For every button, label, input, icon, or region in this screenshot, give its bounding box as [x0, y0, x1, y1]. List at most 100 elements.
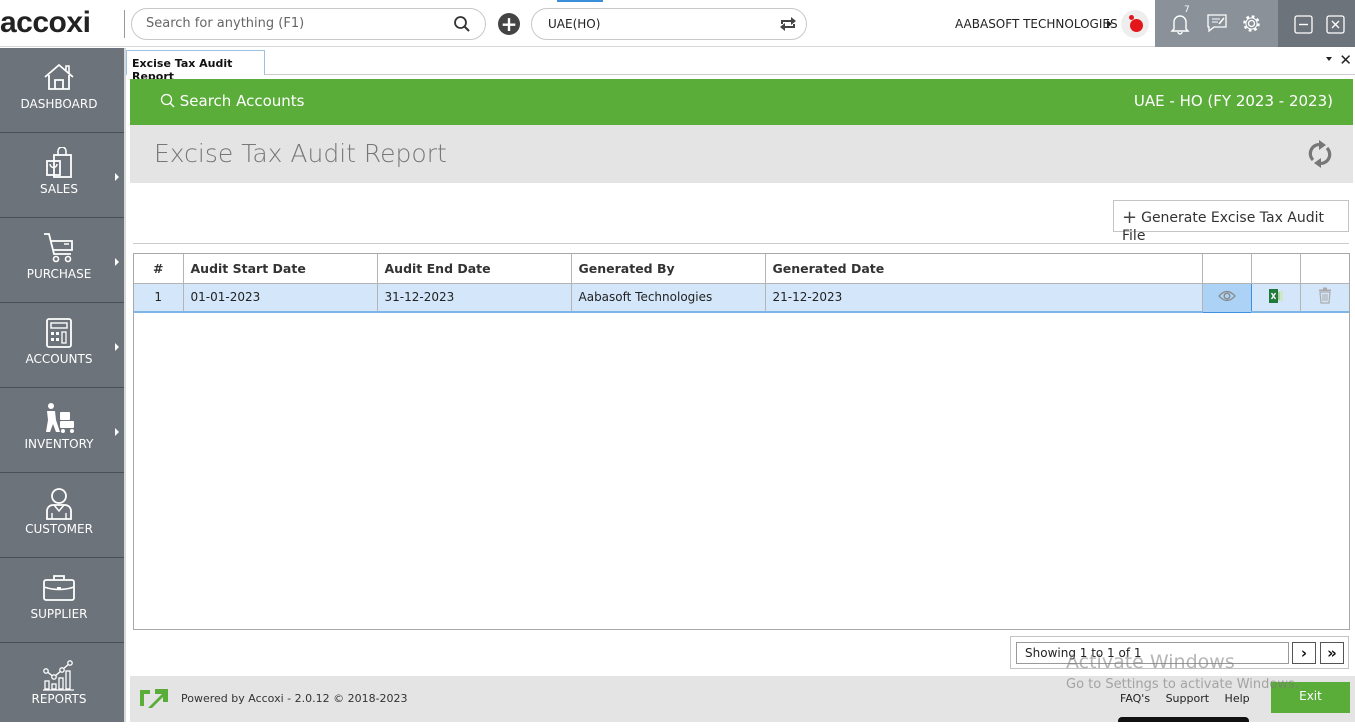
submenu-arrow-icon [115, 428, 119, 436]
user-avatar[interactable] [1121, 10, 1149, 38]
sidebar-label: SALES [40, 182, 78, 196]
logo-divider [124, 10, 125, 38]
chevron-right-icon: › [1300, 644, 1308, 662]
close-app-icon[interactable] [1326, 15, 1345, 38]
sidebar-label: ACCOUNTS [25, 352, 93, 366]
top-bar: accoxi Search for anything (F1) + UAE(HO… [0, 0, 1355, 47]
col-audit-start-date[interactable]: Audit Start Date [182, 254, 378, 284]
footer-links: FAQ's Support Help [1120, 692, 1262, 705]
cart-icon [44, 233, 73, 263]
cell-end-date: 31-12-2023 [376, 282, 572, 313]
shopping-bag-icon [46, 147, 72, 178]
sidebar-label: INVENTORY [24, 437, 94, 451]
col-delete [1299, 254, 1349, 284]
audit-report-table: # Audit Start Date Audit End Date Genera… [133, 253, 1350, 630]
submenu-arrow-icon [115, 343, 119, 351]
company-name[interactable]: AABASOFT TECHNOLOGIES [955, 17, 1118, 31]
sidebar-label: DASHBOARD [20, 97, 98, 111]
delete-button[interactable] [1299, 282, 1349, 313]
add-new-button[interactable]: + [498, 13, 520, 35]
support-link[interactable]: Support [1166, 692, 1209, 705]
sidebar-label: REPORTS [31, 692, 87, 706]
branch-value: UAE(HO) [548, 17, 601, 31]
branch-selector[interactable]: UAE(HO) [531, 8, 807, 40]
col-audit-end-date[interactable]: Audit End Date [376, 254, 572, 284]
notification-count: 7 [1184, 5, 1190, 15]
fiscal-year-label: UAE - HO (FY 2023 - 2023) [1133, 92, 1333, 110]
trash-icon [1318, 287, 1331, 304]
sidebar-item-inventory[interactable]: INVENTORY [0, 388, 124, 473]
col-view [1201, 254, 1252, 284]
active-indicator [557, 0, 603, 2]
cell-generated-date: 21-12-2023 [764, 282, 1203, 313]
col-generated-date[interactable]: Generated Date [764, 254, 1203, 284]
next-page-button[interactable]: › [1292, 642, 1316, 664]
sidebar-label: SUPPLIER [30, 607, 88, 621]
submenu-arrow-icon [115, 173, 119, 181]
eye-icon [1217, 290, 1236, 302]
refresh-branch-icon[interactable] [778, 15, 798, 37]
tab-excise-tax-audit-report[interactable]: Excise Tax Audit Report [126, 50, 265, 83]
powered-by-text: Powered by Accoxi - 2.0.12 © 2018-2023 [181, 692, 408, 705]
export-excel-button[interactable] [1250, 282, 1301, 313]
double-chevron-right-icon: » [1327, 644, 1337, 662]
windows-activation-watermark: Activate Windows [1066, 651, 1235, 673]
bell-icon[interactable] [1170, 13, 1190, 39]
plus-icon: + [1122, 207, 1138, 228]
page-title-bar: Excise Tax Audit Report [130, 125, 1353, 183]
last-page-button[interactable]: » [1320, 642, 1344, 664]
minimize-icon[interactable] [1294, 15, 1313, 38]
col-index[interactable]: # [134, 254, 184, 284]
gear-icon[interactable] [1241, 13, 1262, 38]
faq-link[interactable]: FAQ's [1120, 692, 1150, 705]
global-search-input[interactable]: Search for anything (F1) [131, 8, 486, 40]
table-row[interactable]: 1 01-01-2023 31-12-2023 Aabasoft Technol… [134, 282, 1349, 313]
cell-start-date: 01-01-2023 [182, 282, 378, 313]
close-tab-icon[interactable]: ✕ [1339, 51, 1352, 69]
page-title: Excise Tax Audit Report [154, 139, 447, 168]
windows-activation-subtext: Go to Settings to activate Windows. [1066, 677, 1299, 692]
sidebar-item-sales[interactable]: SALES [0, 133, 124, 218]
excel-icon [1268, 288, 1283, 303]
person-icon [46, 488, 72, 520]
house-icon [44, 63, 74, 90]
message-icon[interactable] [1206, 13, 1228, 37]
cell-generated-by: Aabasoft Technologies [570, 282, 766, 313]
search-icon[interactable] [453, 15, 471, 37]
view-button[interactable] [1201, 282, 1252, 313]
help-link[interactable]: Help [1225, 692, 1250, 705]
sidebar-label: CUSTOMER [25, 522, 93, 536]
sidebar-item-accounts[interactable]: ACCOUNTS [0, 303, 124, 388]
submenu-arrow-icon [115, 258, 119, 266]
tab-list-dropdown-icon[interactable] [1326, 57, 1332, 61]
sidebar: DASHBOARD SALES PURCHASE ACCOUNTS INVENT… [0, 48, 124, 722]
col-excel [1250, 254, 1301, 284]
sidebar-item-reports[interactable]: REPORTS [0, 643, 124, 728]
generate-label: Generate Excise Tax Audit File [1122, 210, 1325, 244]
col-generated-by[interactable]: Generated By [570, 254, 766, 284]
plus-icon: + [500, 12, 518, 36]
sidebar-divider [124, 48, 126, 722]
accoxi-logo-icon [138, 686, 170, 714]
search-accounts-label: Search Accounts [179, 92, 305, 110]
calculator-icon [46, 318, 72, 348]
search-icon [160, 93, 175, 108]
sidebar-item-customer[interactable]: CUSTOMER [0, 473, 124, 558]
refresh-icon[interactable] [1307, 138, 1333, 174]
sidebar-item-dashboard[interactable]: DASHBOARD [0, 48, 124, 133]
cell-index: 1 [134, 282, 184, 313]
caret-right-icon[interactable] [1107, 20, 1112, 28]
sidebar-item-purchase[interactable]: PURCHASE [0, 218, 124, 303]
sidebar-item-supplier[interactable]: SUPPLIER [0, 558, 124, 643]
search-placeholder: Search for anything (F1) [146, 16, 305, 31]
sidebar-label: PURCHASE [26, 267, 92, 281]
table-header-row: # Audit Start Date Audit End Date Genera… [134, 254, 1349, 284]
generate-audit-file-button[interactable]: + Generate Excise Tax Audit File [1113, 200, 1349, 244]
tab-strip: Excise Tax Audit Report ✕ [126, 48, 1355, 83]
worker-trolley-icon [46, 403, 74, 433]
app-logo: accoxi [0, 6, 91, 39]
chart-icon [43, 660, 74, 691]
search-accounts-link[interactable]: Search Accounts [160, 92, 304, 110]
module-header: Search Accounts UAE - HO (FY 2023 - 2023… [130, 79, 1353, 125]
taskbar-edge [1118, 717, 1249, 722]
